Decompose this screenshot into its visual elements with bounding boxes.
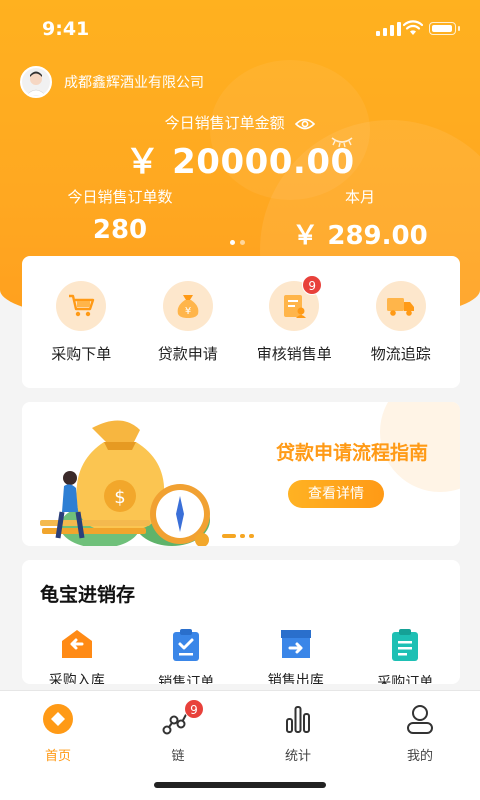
today-orders: 今日销售订单数 280 bbox=[20, 186, 220, 245]
svg-text:$: $ bbox=[114, 487, 125, 508]
signal-icon bbox=[376, 22, 401, 36]
today-orders-label: 今日销售订单数 bbox=[67, 188, 173, 206]
carousel-dot[interactable] bbox=[240, 240, 245, 245]
today-amount-label: 今日销售订单金额 bbox=[164, 114, 285, 132]
banner-dot[interactable] bbox=[222, 534, 236, 538]
inventory-item-label: 采购入库 bbox=[48, 673, 105, 684]
tab-label: 我的 bbox=[406, 749, 433, 764]
battery-icon bbox=[429, 22, 460, 35]
inventory-item-sales-outbound[interactable]: 销售出库 bbox=[246, 628, 346, 684]
today-orders-value: 280 bbox=[92, 215, 148, 245]
wifi-icon bbox=[403, 20, 423, 35]
inventory-item-purchase-inbound[interactable]: 采购入库 bbox=[27, 628, 127, 684]
inventory-title: 龟宝进销存 bbox=[40, 584, 136, 606]
month-value: ￥ 289.00 bbox=[292, 221, 428, 251]
company-name: 成都鑫辉酒业有限公司 bbox=[64, 75, 204, 91]
profile-icon bbox=[407, 705, 433, 734]
sales-order-icon bbox=[173, 629, 200, 661]
month-amount: 本月 ￥ 289.00 bbox=[260, 186, 460, 252]
inventory-items: 采购入库 销售订单 销售出库 采购订单 bbox=[22, 628, 460, 684]
tab-stats[interactable]: 统计 bbox=[258, 703, 338, 764]
action-logistics[interactable]: 物流追踪 bbox=[351, 280, 451, 364]
tab-chain[interactable]: 9 链 bbox=[138, 699, 218, 764]
inventory-card: 龟宝进销存 采购入库 销售订单 销售出库 采购订单 bbox=[22, 560, 460, 684]
inventory-item-purchase-order[interactable]: 采购订单 bbox=[355, 628, 455, 684]
eye-icon[interactable] bbox=[295, 117, 316, 131]
quick-actions-card: 采购下单 ¥ 贷款申请 9 审核销售单 物流追踪 bbox=[22, 256, 460, 388]
outbound-icon bbox=[280, 630, 311, 658]
money-bag-icon: ¥ bbox=[162, 280, 213, 331]
action-label: 物流追踪 bbox=[370, 344, 431, 363]
inventory-item-label: 采购订单 bbox=[377, 675, 434, 684]
month-label: 本月 bbox=[344, 188, 375, 206]
truck-icon bbox=[375, 280, 426, 331]
tab-profile[interactable]: 我的 bbox=[380, 703, 460, 764]
banner-indicator bbox=[222, 534, 254, 538]
action-label: 审核销售单 bbox=[256, 344, 332, 363]
action-label: 贷款申请 bbox=[157, 344, 218, 363]
carousel-dot[interactable] bbox=[230, 240, 235, 245]
tab-label: 首页 bbox=[44, 749, 71, 764]
today-amount-label-row: 今日销售订单金额 bbox=[0, 112, 480, 133]
action-purchase-order[interactable]: 采购下单 bbox=[31, 280, 131, 364]
tab-label: 链 bbox=[171, 749, 185, 764]
company-switcher[interactable]: 成都鑫辉酒业有限公司 bbox=[20, 66, 204, 98]
svg-text:¥: ¥ bbox=[185, 306, 191, 317]
closed-eye-icon bbox=[331, 137, 353, 148]
banner-dot[interactable] bbox=[240, 534, 245, 538]
banner-title: 贷款申请流程指南 bbox=[275, 442, 428, 464]
cart-icon bbox=[56, 280, 107, 331]
tab-home[interactable]: 首页 bbox=[18, 703, 98, 764]
stats-icon bbox=[286, 706, 310, 733]
inventory-item-label: 销售订单 bbox=[158, 675, 215, 684]
inventory-item-label: 销售出库 bbox=[267, 673, 324, 684]
avatar[interactable] bbox=[20, 66, 52, 98]
tab-label: 统计 bbox=[284, 749, 311, 764]
view-details-button[interactable]: 查看详情 bbox=[288, 480, 384, 508]
inventory-item-sales-order[interactable]: 销售订单 bbox=[136, 628, 236, 684]
status-bar: 9:41 bbox=[0, 0, 480, 58]
purchase-order-icon bbox=[392, 629, 419, 661]
notification-badge: 9 bbox=[302, 274, 323, 295]
today-amount: ￥ 20000.00 bbox=[125, 142, 355, 182]
notification-badge: 9 bbox=[184, 699, 204, 719]
loan-guide-banner[interactable]: $ 贷款申请流程指南 查看详情 bbox=[22, 402, 460, 546]
home-indicator[interactable] bbox=[154, 782, 326, 788]
status-time: 9:41 bbox=[42, 18, 90, 40]
banner-dot[interactable] bbox=[249, 534, 254, 538]
home-icon bbox=[43, 704, 73, 734]
action-loan-apply[interactable]: ¥ 贷款申请 bbox=[138, 280, 238, 364]
money-bag-illustration: $ bbox=[40, 420, 210, 546]
carousel-indicator bbox=[230, 240, 245, 245]
action-review-sales[interactable]: 9 审核销售单 bbox=[244, 274, 344, 364]
inbound-icon bbox=[61, 630, 92, 658]
action-label: 采购下单 bbox=[51, 344, 112, 363]
